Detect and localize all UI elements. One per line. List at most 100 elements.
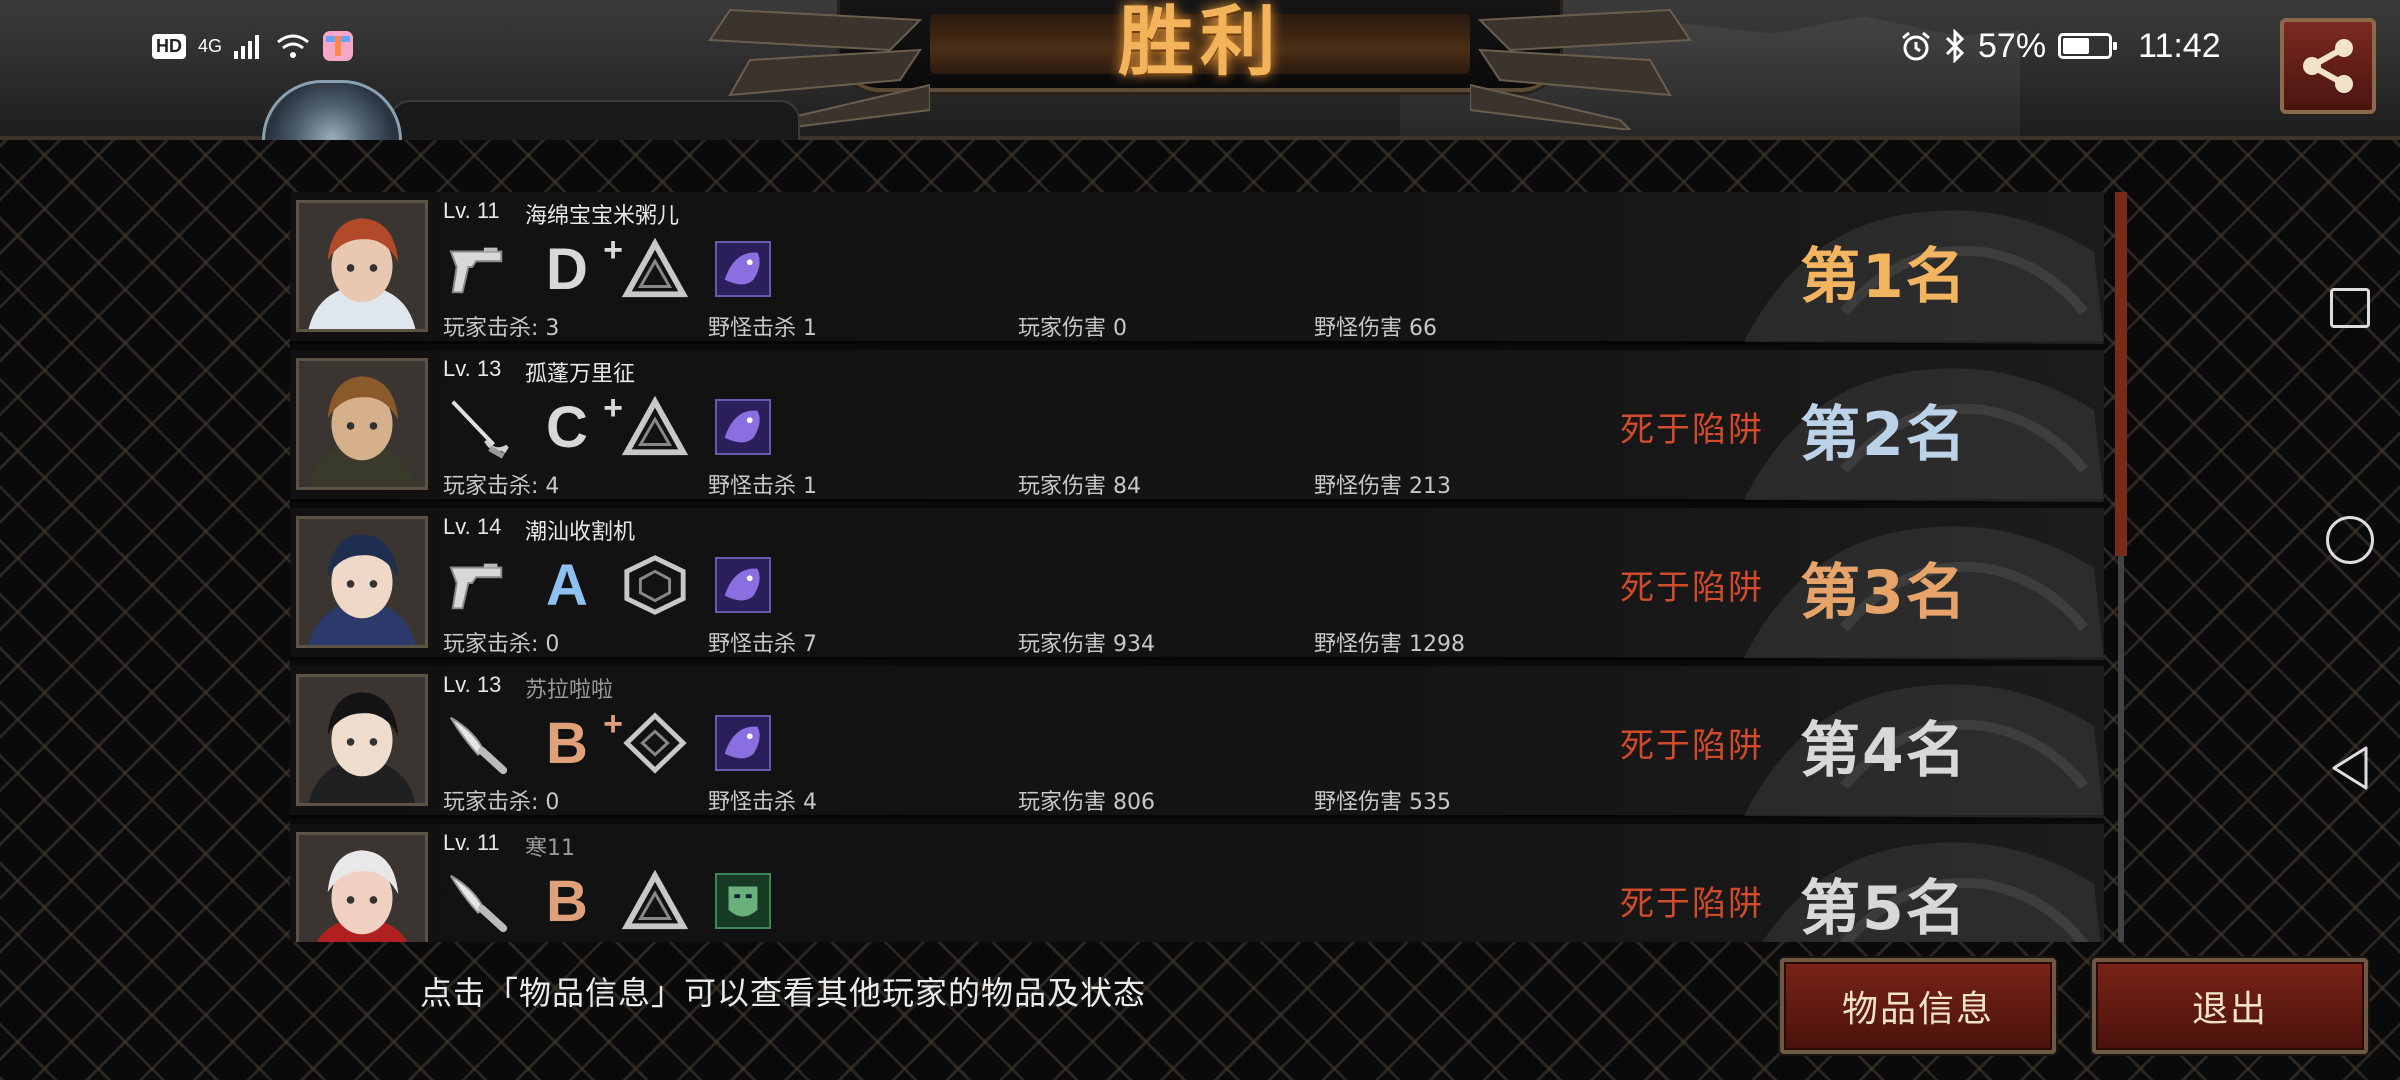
- avatar-portrait: [299, 519, 425, 645]
- grade-plus: +: [603, 705, 623, 743]
- grade-badge: A: [533, 552, 601, 618]
- network-type: 4G: [198, 35, 223, 56]
- battery-icon: [2058, 33, 2118, 59]
- player-level: Lv. 11: [443, 830, 500, 855]
- rank-label: 第2名: [1800, 400, 1968, 470]
- rapier-icon[interactable]: [445, 395, 513, 459]
- player-name: 海绵宝宝米粥儿: [525, 204, 680, 229]
- player-avatar[interactable]: [296, 674, 428, 806]
- player-avatar[interactable]: [296, 516, 428, 648]
- player-level: Lv. 14: [443, 514, 502, 539]
- death-cause: 死于陷阱: [1620, 568, 1764, 608]
- knife-icon[interactable]: [445, 711, 513, 775]
- hint-text: 点击「物品信息」可以查看其他玩家的物品及状态: [420, 974, 1147, 1012]
- item-info-button[interactable]: 物品信息: [1780, 958, 2056, 1054]
- grade-badge: D +: [533, 231, 623, 302]
- avatar-portrait: [299, 835, 425, 942]
- grade-badge: B +: [533, 705, 623, 776]
- battery-percent: 57%: [1978, 26, 2047, 65]
- rank-label: 第4名: [1800, 716, 1968, 786]
- grade-letter: A: [546, 552, 588, 618]
- player-damage: 玩家伤害 84: [1018, 474, 1141, 499]
- cube-emblem-icon[interactable]: [621, 553, 689, 617]
- purple-beast-item-icon[interactable]: [709, 237, 777, 301]
- player-damage: 玩家伤害 0: [1018, 316, 1127, 341]
- purple-beast-item-icon[interactable]: [709, 711, 777, 775]
- scrollbar-thumb[interactable]: [2115, 192, 2127, 556]
- avatar-portrait: [299, 677, 425, 803]
- player-kills: 玩家击杀: 3: [443, 316, 560, 341]
- diamond-emblem-icon[interactable]: [621, 711, 689, 775]
- clock: 11:42: [2138, 26, 2221, 65]
- avatar-portrait: [299, 203, 425, 329]
- app-notification-icon: [323, 31, 354, 61]
- player-row[interactable]: Lv. 11 寒11 B 死于陷阱 第5名: [290, 824, 2104, 942]
- rank-label: 第1名: [1800, 242, 1968, 312]
- monster-damage: 野怪伤害 66: [1314, 316, 1437, 341]
- player-name: 苏拉啦啦: [525, 678, 614, 703]
- bluetooth-icon: [1945, 29, 1965, 63]
- player-level: Lv. 13: [443, 672, 502, 697]
- player-loadout: D +: [445, 231, 777, 302]
- rank-label: 第5名: [1800, 874, 1968, 942]
- monster-kills: 野怪击杀 1: [708, 316, 817, 341]
- player-loadout: A: [445, 552, 777, 618]
- alarm-icon: [1902, 31, 1930, 61]
- avatar-portrait: [299, 361, 425, 487]
- monster-kills: 野怪击杀 4: [708, 790, 817, 815]
- pistol-icon[interactable]: [445, 237, 513, 301]
- knife-icon[interactable]: [445, 869, 513, 933]
- player-row[interactable]: Lv. 14 潮汕收割机 A 玩家击杀: 0 野怪击杀 7 玩家伤害 934 野…: [290, 508, 2104, 660]
- monster-damage: 野怪伤害 213: [1314, 474, 1451, 499]
- purple-beast-item-icon[interactable]: [709, 395, 777, 459]
- death-cause: 死于陷阱: [1620, 884, 1764, 924]
- hd-indicator: HD: [152, 33, 186, 59]
- death-cause: 死于陷阱: [1620, 410, 1764, 450]
- grade-plus: +: [603, 231, 623, 269]
- triangle-emblem-icon[interactable]: [621, 395, 689, 459]
- player-level: Lv. 11: [443, 198, 500, 223]
- purple-beast-item-icon[interactable]: [709, 553, 777, 617]
- player-row[interactable]: Lv. 11 海绵宝宝米粥儿 D + 玩家击杀: 3 野怪击杀 1 玩家伤害 0 …: [290, 192, 2104, 344]
- player-damage: 玩家伤害 806: [1018, 790, 1155, 815]
- status-bar-left: HD 4G: [152, 26, 354, 66]
- player-avatar[interactable]: [296, 200, 428, 332]
- monster-kills: 野怪击杀 7: [708, 632, 817, 657]
- status-bar-right: 57% 11:42: [1900, 26, 2221, 66]
- pistol-icon[interactable]: [445, 553, 513, 617]
- green-mask-item-icon[interactable]: [709, 869, 777, 933]
- grade-badge: B: [533, 868, 601, 934]
- player-name: 寒11: [525, 836, 575, 861]
- monster-damage: 野怪伤害 1298: [1314, 632, 1465, 657]
- team-label-strip: [390, 100, 800, 140]
- player-kills: 玩家击杀: 0: [443, 632, 560, 657]
- player-kills: 玩家击杀: 0: [443, 790, 560, 815]
- player-avatar[interactable]: [296, 358, 428, 490]
- grade-letter: C: [546, 394, 588, 460]
- player-loadout: B: [445, 868, 777, 934]
- player-loadout: C +: [445, 389, 777, 460]
- player-damage: 玩家伤害 934: [1018, 632, 1155, 657]
- monster-kills: 野怪击杀 1: [708, 474, 817, 499]
- rank-label: 第3名: [1800, 558, 1968, 628]
- victory-title: 胜利: [1118, 0, 1282, 86]
- triangle-emblem-icon[interactable]: [621, 869, 689, 933]
- player-level: Lv. 13: [443, 356, 502, 381]
- grade-badge: C +: [533, 389, 623, 460]
- android-nav-bar: [2300, 0, 2400, 1080]
- grade-letter: B: [546, 868, 588, 934]
- scrollbar[interactable]: [2115, 192, 2127, 942]
- player-row[interactable]: Lv. 13 苏拉啦啦 B + 玩家击杀: 0 野怪击杀 4 玩家伤害 806 野…: [290, 666, 2104, 818]
- player-row[interactable]: Lv. 13 孤蓬万里征 C + 玩家击杀: 4 野怪击杀 1 玩家伤害 84 野…: [290, 350, 2104, 502]
- player-kills: 玩家击杀: 4: [443, 474, 560, 499]
- player-avatar[interactable]: [296, 832, 428, 942]
- signal-icon: [234, 35, 260, 59]
- player-loadout: B +: [445, 705, 777, 776]
- monster-damage: 野怪伤害 535: [1314, 790, 1451, 815]
- grade-letter: D: [546, 236, 588, 302]
- player-results-list[interactable]: Lv. 11 海绵宝宝米粥儿 D + 玩家击杀: 3 野怪击杀 1 玩家伤害 0 …: [290, 192, 2104, 942]
- wifi-icon: [277, 34, 309, 58]
- player-name: 潮汕收割机: [525, 520, 636, 545]
- grade-letter: B: [546, 710, 588, 776]
- triangle-emblem-icon[interactable]: [621, 237, 689, 301]
